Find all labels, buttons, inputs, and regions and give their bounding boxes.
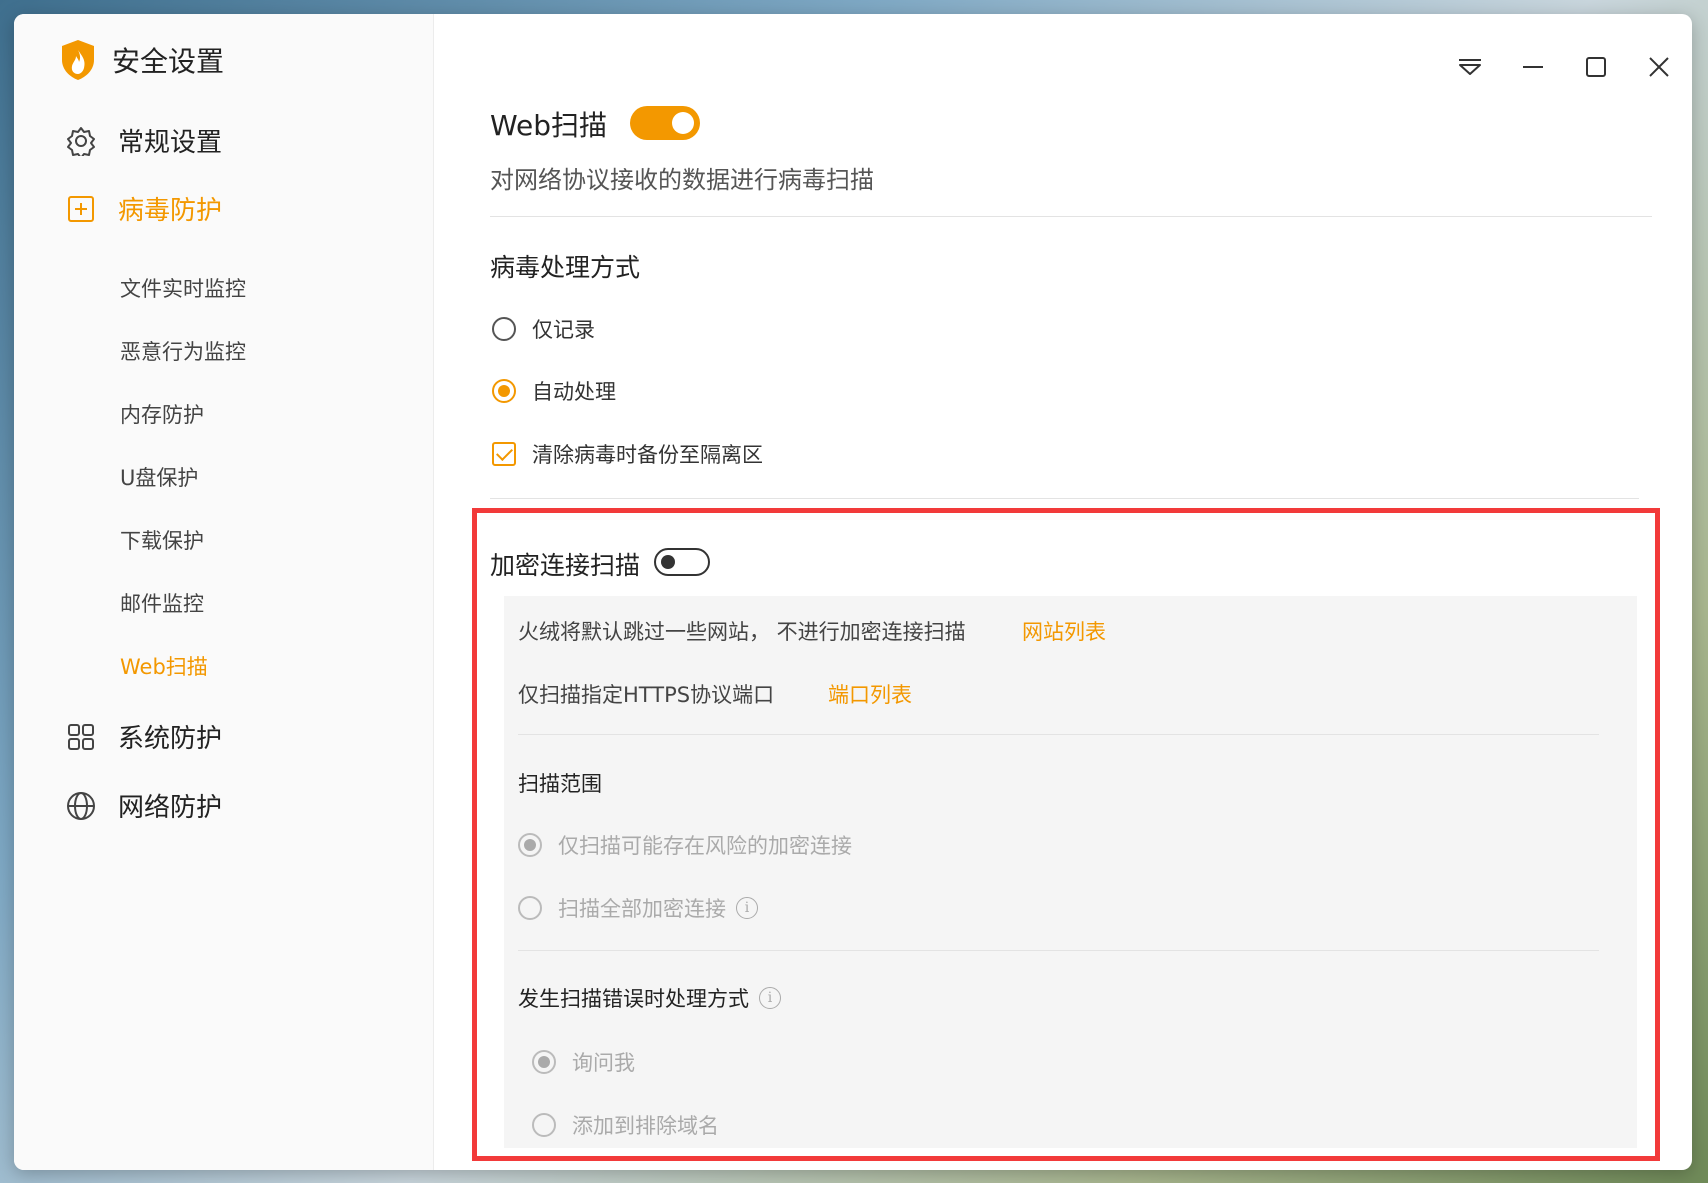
encrypted-settings-panel: 火绒将默认跳过一些网站， 不进行加密连接扫描 网站列表 仅扫描指定HTTPS协议… — [504, 596, 1637, 1148]
close-icon[interactable] — [1644, 52, 1674, 82]
grid-icon — [66, 722, 96, 752]
option-label: 询问我 — [572, 1051, 635, 1075]
error-handling-heading-row: 发生扫描错误时处理方式 i — [518, 983, 781, 1013]
minimize-icon[interactable] — [1518, 52, 1548, 82]
divider — [490, 498, 1639, 499]
radio-scope-all[interactable]: 扫描全部加密连接 i — [518, 893, 758, 923]
radio-auto-handle[interactable]: 自动处理 — [492, 376, 616, 406]
divider — [490, 216, 1652, 217]
maximize-icon[interactable] — [1581, 52, 1611, 82]
sidebar-subitem-behavior-monitor[interactable]: 恶意行为监控 — [120, 336, 246, 366]
sidebar-subitem-mail-monitor[interactable]: 邮件监控 — [120, 588, 204, 618]
radio-error-ask[interactable]: 询问我 — [532, 1047, 635, 1077]
sidebar-item-network-protection[interactable]: 网络防护 — [66, 787, 222, 824]
radio-button — [518, 896, 542, 920]
sidebar-item-label: 病毒防护 — [118, 196, 223, 226]
sidebar-item-label: 系统防护 — [118, 724, 223, 754]
option-label: 仅记录 — [532, 318, 595, 342]
radio-button — [518, 833, 542, 857]
info-icon[interactable]: i — [759, 987, 781, 1009]
radio-error-exclude[interactable]: 添加到排除域名 — [532, 1110, 719, 1140]
checkbox — [492, 442, 516, 466]
plus-box-icon — [66, 194, 96, 224]
globe-icon — [66, 791, 96, 821]
port-text: 仅扫描指定HTTPS协议端口 — [518, 683, 775, 707]
sidebar-item-label: 网络防护 — [118, 793, 223, 823]
virus-handling-heading: 病毒处理方式 — [490, 253, 641, 282]
radio-button — [492, 379, 516, 403]
radio-button — [532, 1050, 556, 1074]
option-label: 清除病毒时备份至隔离区 — [532, 443, 763, 467]
app-header: 安全设置 — [58, 38, 224, 82]
menu-dropdown-icon[interactable] — [1455, 52, 1485, 82]
site-list-link[interactable]: 网站列表 — [1022, 616, 1106, 646]
settings-window: 安全设置 常规设置 病毒防护 文件实时监控 恶意行为监控 内存防护 U盘保护 下… — [14, 14, 1692, 1170]
sidebar-subitem-usb-protection[interactable]: U盘保护 — [120, 462, 198, 492]
radio-button — [492, 317, 516, 341]
sidebar: 安全设置 常规设置 病毒防护 文件实时监控 恶意行为监控 内存防护 U盘保护 下… — [14, 14, 434, 1170]
sidebar-item-general[interactable]: 常规设置 — [66, 122, 222, 159]
error-handling-heading: 发生扫描错误时处理方式 — [518, 987, 749, 1011]
sidebar-subitem-web-scan[interactable]: Web扫描 — [120, 651, 208, 681]
sidebar-subitem-memory-protection[interactable]: 内存防护 — [120, 399, 204, 429]
radio-log-only[interactable]: 仅记录 — [492, 314, 595, 344]
page-description: 对网络协议接收的数据进行病毒扫描 — [490, 166, 874, 194]
info-icon[interactable]: i — [736, 897, 758, 919]
sidebar-item-virus-protection[interactable]: 病毒防护 — [66, 190, 222, 227]
gear-icon — [66, 126, 96, 156]
sidebar-subitem-file-monitor[interactable]: 文件实时监控 — [120, 273, 246, 303]
option-label: 仅扫描可能存在风险的加密连接 — [558, 834, 852, 858]
web-scan-toggle[interactable] — [630, 106, 700, 140]
scan-scope-heading: 扫描范围 — [518, 772, 602, 796]
option-label: 扫描全部加密连接 — [558, 897, 726, 921]
radio-scope-risky[interactable]: 仅扫描可能存在风险的加密连接 — [518, 830, 852, 860]
option-label: 添加到排除域名 — [572, 1114, 719, 1138]
checkbox-backup-quarantine[interactable]: 清除病毒时备份至隔离区 — [492, 439, 763, 469]
sidebar-item-label: 常规设置 — [118, 128, 223, 158]
radio-button — [532, 1113, 556, 1137]
encrypted-scan-toggle[interactable] — [654, 548, 710, 576]
flame-shield-logo-icon — [62, 40, 94, 80]
option-label: 自动处理 — [532, 380, 616, 404]
sidebar-subitem-download-protection[interactable]: 下载保护 — [120, 525, 204, 555]
port-list-link[interactable]: 端口列表 — [828, 679, 912, 709]
sidebar-item-system-protection[interactable]: 系统防护 — [66, 718, 222, 755]
page-title: Web扫描 — [490, 109, 608, 142]
encrypted-scan-title: 加密连接扫描 — [490, 551, 641, 580]
skip-sites-text: 火绒将默认跳过一些网站， 不进行加密连接扫描 — [518, 620, 966, 644]
divider — [518, 950, 1599, 951]
app-title: 安全设置 — [112, 45, 225, 78]
divider — [518, 734, 1599, 735]
